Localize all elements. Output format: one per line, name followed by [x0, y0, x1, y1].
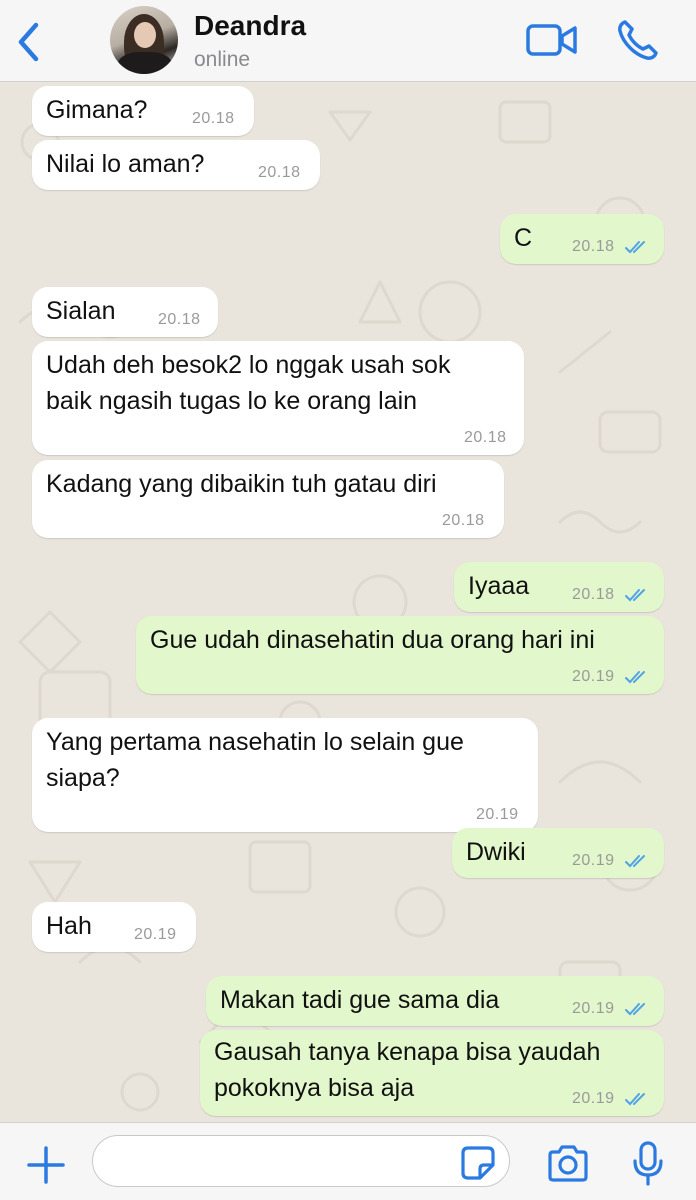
- read-receipt-icon: [625, 1093, 645, 1106]
- message-text: Iyaaa: [468, 572, 530, 600]
- phone-icon: [618, 20, 658, 60]
- sticker-button[interactable]: [460, 1145, 496, 1181]
- outgoing-message[interactable]: C 20.18: [500, 214, 664, 264]
- camera-icon: [548, 1145, 588, 1182]
- microphone-icon: [633, 1141, 663, 1186]
- incoming-message[interactable]: Gimana? 20.18: [32, 86, 254, 136]
- message-time: 20.18: [192, 110, 235, 127]
- read-receipt-icon: [625, 671, 645, 684]
- sticker-icon: [461, 1146, 495, 1180]
- incoming-message[interactable]: Sialan 20.18: [32, 287, 218, 337]
- avatar[interactable]: [110, 6, 178, 74]
- read-receipt-icon: [625, 855, 645, 868]
- chat-header: Deandra online: [0, 0, 696, 82]
- incoming-message[interactable]: Udah deh besok2 lo nggak usah sok baik n…: [32, 341, 524, 455]
- video-camera-icon: [526, 24, 577, 56]
- message-text: Gausah tanya kenapa bisa yaudah pokoknya…: [214, 1038, 601, 1102]
- message-text: Gimana?: [46, 96, 148, 124]
- message-time: 20.19: [476, 806, 519, 823]
- read-receipt-icon: [625, 589, 645, 602]
- message-time: 20.18: [572, 586, 615, 603]
- message-text: Sialan: [46, 297, 116, 325]
- incoming-message[interactable]: Nilai lo aman? 20.18: [32, 140, 320, 190]
- incoming-message[interactable]: Yang pertama nasehatin lo selain gue sia…: [32, 718, 538, 832]
- message-time: 20.18: [258, 164, 301, 181]
- message-time: 20.18: [442, 512, 485, 529]
- camera-button[interactable]: [546, 1145, 590, 1183]
- incoming-message[interactable]: Kadang yang dibaikin tuh gatau diri 20.18: [32, 460, 504, 538]
- outgoing-message[interactable]: Gue udah dinasehatin dua orang hari ini 2…: [136, 616, 664, 694]
- message-text: Makan tadi gue sama dia: [220, 986, 500, 1014]
- contact-name[interactable]: Deandra: [194, 10, 306, 42]
- attach-button[interactable]: [26, 1145, 66, 1185]
- message-time: 20.19: [572, 668, 615, 685]
- plus-icon: [27, 1146, 65, 1184]
- message-list[interactable]: Gimana? 20.18 Nilai lo aman? 20.18 C 20.18 Sia…: [0, 82, 696, 1122]
- message-time: 20.19: [572, 852, 615, 869]
- voice-call-button[interactable]: [616, 18, 662, 62]
- message-time: 20.19: [134, 926, 177, 943]
- message-time: 20.19: [572, 1000, 615, 1017]
- incoming-message[interactable]: Hah 20.19: [32, 902, 196, 952]
- message-input[interactable]: [92, 1135, 510, 1187]
- message-text: Nilai lo aman?: [46, 150, 205, 178]
- message-time: 20.18: [158, 311, 201, 328]
- message-text: Yang pertama nasehatin lo selain gue sia…: [46, 728, 464, 792]
- chevron-left-icon: [18, 22, 39, 62]
- outgoing-message[interactable]: Gausah tanya kenapa bisa yaudah pokoknya…: [200, 1030, 664, 1116]
- microphone-button[interactable]: [632, 1141, 664, 1187]
- message-text: C: [514, 224, 533, 252]
- message-time: 20.19: [572, 1090, 615, 1107]
- message-time: 20.18: [464, 429, 507, 446]
- read-receipt-icon: [625, 1003, 645, 1016]
- back-button[interactable]: [10, 20, 46, 64]
- outgoing-message[interactable]: Dwiki 20.19: [452, 828, 664, 878]
- read-receipt-icon: [625, 241, 645, 254]
- message-text: Hah: [46, 912, 92, 940]
- contact-status: online: [194, 48, 251, 71]
- message-text: Dwiki: [466, 838, 526, 866]
- message-text: Udah deh besok2 lo nggak usah sok baik n…: [46, 351, 451, 415]
- outgoing-message[interactable]: Iyaaa 20.18: [454, 562, 664, 612]
- outgoing-message[interactable]: Makan tadi gue sama dia 20.19: [206, 976, 664, 1026]
- composer-bar: [0, 1122, 696, 1200]
- video-call-button[interactable]: [526, 22, 578, 58]
- message-time: 20.18: [572, 238, 615, 255]
- message-text: Kadang yang dibaikin tuh gatau diri: [46, 470, 437, 498]
- message-text: Gue udah dinasehatin dua orang hari ini: [150, 626, 595, 654]
